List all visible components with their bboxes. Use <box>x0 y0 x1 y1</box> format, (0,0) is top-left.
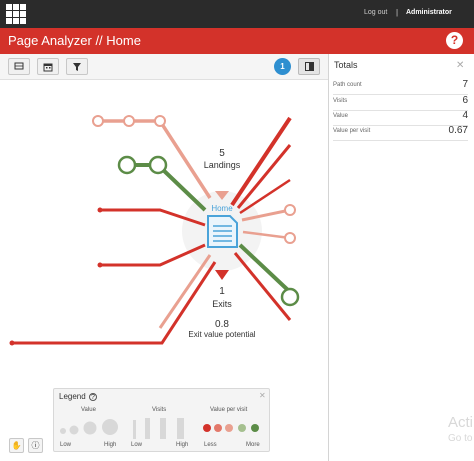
user-name[interactable]: Administrator <box>406 9 452 16</box>
totals-row-value: 7 <box>462 79 468 90</box>
legend-value-low: Low <box>60 442 72 448</box>
legend-value-dot <box>102 419 118 435</box>
path-node[interactable] <box>123 115 135 127</box>
legend-vpv-less: Less <box>204 442 217 448</box>
path-node[interactable] <box>148 155 168 175</box>
path-node[interactable] <box>97 207 103 213</box>
legend-visits-bar <box>133 420 136 439</box>
legend-value-dot <box>69 425 79 435</box>
panel-icon[interactable] <box>298 58 320 75</box>
totals-row-value: 4 <box>462 110 468 121</box>
flag-icon <box>14 62 24 70</box>
activation-watermark-sub: Go to <box>448 433 473 444</box>
legend-value-dot <box>83 421 97 435</box>
filter-button[interactable] <box>66 58 88 75</box>
path-node[interactable] <box>92 115 104 127</box>
path-node[interactable] <box>284 204 296 216</box>
app-grid-icon[interactable] <box>6 4 26 24</box>
logout-link[interactable]: Log out <box>364 9 387 16</box>
top-bar <box>0 0 474 28</box>
path-node[interactable] <box>284 232 296 244</box>
legend-title: Legend ? <box>59 392 97 401</box>
calendar-icon <box>43 63 53 72</box>
exits-count: 1 <box>219 286 225 297</box>
legend-vpv-dot <box>251 424 259 432</box>
legend-vpv-more: More <box>246 442 260 448</box>
info-icon[interactable]: ? <box>88 393 97 401</box>
exit-value-label: Exit value potential <box>188 330 256 339</box>
activation-watermark: Acti <box>448 414 474 431</box>
legend-visits-high: High <box>176 442 189 448</box>
calendar-button[interactable] <box>37 58 59 75</box>
path-node[interactable] <box>154 115 166 127</box>
hand-icon[interactable]: ✋ <box>9 438 24 453</box>
legend-vpv-dot <box>225 424 233 432</box>
path-node[interactable] <box>280 287 300 307</box>
path-node[interactable] <box>117 155 137 175</box>
landings-label: Landings <box>203 160 241 170</box>
page-label[interactable]: Home <box>192 204 252 213</box>
legend-swatches <box>60 418 259 439</box>
totals-row: Visits 6 <box>333 95 468 111</box>
legend-value-dot <box>60 428 66 434</box>
exits-label: Exits <box>212 299 232 309</box>
exit-value: 0.8 <box>215 319 229 330</box>
legend-vpv-dot <box>203 424 211 432</box>
legend-visits-bar <box>145 418 150 439</box>
totals-title: Totals <box>334 60 358 70</box>
legend-vpv-dot <box>214 424 222 432</box>
legend-visits-bar <box>177 418 184 439</box>
document-icon[interactable] <box>207 215 238 248</box>
flag-button[interactable] <box>8 58 30 75</box>
separator: | <box>396 8 399 17</box>
legend-vpv-dot <box>238 424 246 432</box>
help-icon[interactable]: ? <box>446 32 463 49</box>
landings-count: 5 <box>219 148 225 159</box>
totals-row-value: 6 <box>462 95 468 106</box>
close-icon[interactable]: ✕ <box>456 60 464 71</box>
exit-arrow <box>215 270 229 280</box>
legend-title-text: Legend <box>59 392 86 401</box>
totals-row-label: Visits <box>333 98 348 104</box>
totals-row: Path count 7 <box>333 79 468 95</box>
legend-close-icon[interactable]: ✕ <box>259 391 266 400</box>
totals-row-label: Path count <box>333 82 362 88</box>
totals-row-value: 0.67 <box>448 125 468 136</box>
path-node[interactable] <box>9 340 15 346</box>
legend-visits-low: Low <box>131 442 143 448</box>
totals-row-label: Value per visit <box>333 128 371 134</box>
page-title: Page Analyzer // Home <box>8 33 141 48</box>
info-button[interactable]: ⓘ <box>28 438 43 453</box>
notification-badge[interactable]: 1 <box>274 58 291 75</box>
legend-visits-bar <box>160 418 166 439</box>
filter-icon <box>73 63 81 71</box>
totals-row: Value 4 <box>333 110 468 126</box>
path-node[interactable] <box>97 262 103 268</box>
legend-value-high: High <box>104 442 117 448</box>
totals-row: Value per visit 0.67 <box>333 125 468 141</box>
totals-row-label: Value <box>333 113 348 119</box>
